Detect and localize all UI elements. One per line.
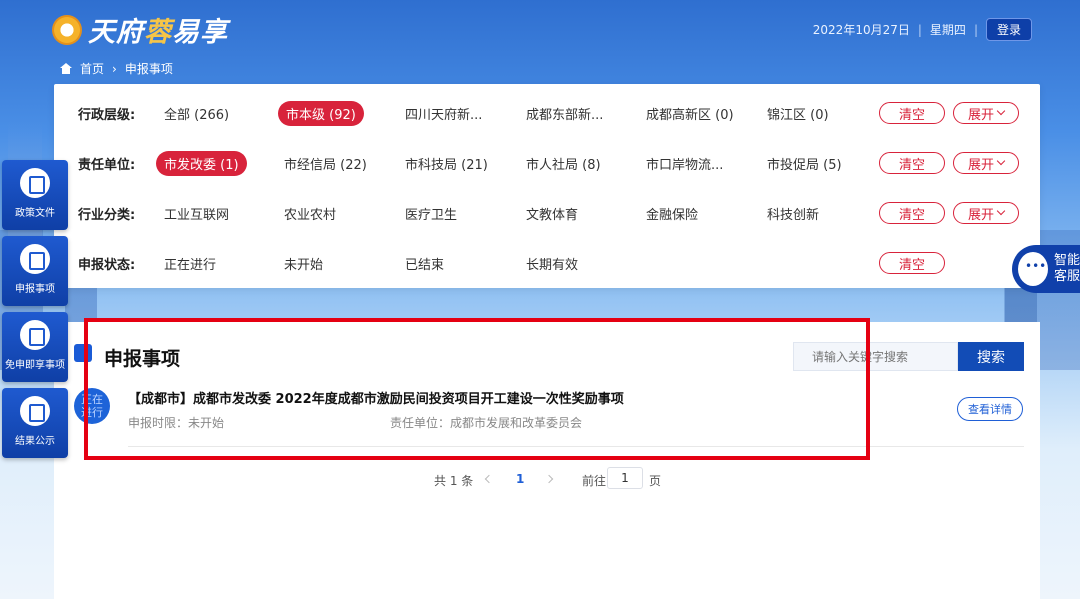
breadcrumb: 首页 › 申报事项 — [60, 60, 173, 77]
result-announce-icon — [20, 396, 50, 426]
separator: | — [917, 22, 922, 37]
expand-button[interactable]: 展开 — [953, 102, 1019, 124]
weekday-text: 星期四 — [929, 23, 966, 37]
next-page-icon[interactable] — [544, 474, 554, 484]
expand-button[interactable]: 展开 — [953, 152, 1019, 174]
page-suffix: 页 — [649, 474, 662, 488]
filter-row-industry: 行业分类: 工业互联网 农业农村 医疗卫生 文教体育 金融保险 科技创新 清空 … — [54, 198, 1040, 228]
pagination-total: 共 1 条 — [434, 474, 474, 488]
filter-option[interactable]: 市投促局 (5) — [767, 154, 842, 173]
page-jump-input[interactable] — [607, 467, 643, 489]
status-badge: 正在 进行 — [74, 388, 110, 424]
filter-option[interactable]: 锦江区 (0) — [767, 104, 829, 123]
logo-text: 天府蓉易享 — [88, 17, 228, 48]
item-deadline: 申报时限：未开始 — [128, 416, 225, 430]
sidebar-item-application[interactable]: 申报事项 — [2, 236, 68, 306]
clear-button[interactable]: 清空 — [879, 152, 945, 174]
filter-option-active[interactable]: 市发改委 (1) — [156, 150, 247, 176]
filter-row-unit: 责任单位: 市发改委 (1) 市经信局 (22) 市科技局 (21) 市人社局 … — [54, 148, 1040, 178]
filter-option[interactable]: 长期有效 — [526, 254, 578, 273]
filter-option[interactable]: 四川天府新... — [405, 104, 482, 123]
filter-option[interactable]: 农业农村 — [284, 204, 336, 223]
site-logo[interactable]: 天府蓉易享 — [52, 10, 228, 49]
sidebar-item-results[interactable]: 结果公示 — [2, 388, 68, 458]
filter-option[interactable]: 市口岸物流... — [646, 154, 723, 173]
policy-doc-icon — [20, 168, 50, 198]
filter-option[interactable]: 全部 (266) — [164, 104, 229, 123]
filter-option[interactable]: 成都东部新... — [526, 104, 603, 123]
goto-label: 前往 — [582, 474, 607, 488]
clear-button[interactable]: 清空 — [879, 202, 945, 224]
chevron-down-icon — [996, 206, 1006, 216]
filter-panel: 行政层级: 全部 (266) 市本级 (92) 四川天府新... 成都东部新..… — [54, 84, 1040, 288]
filter-label: 责任单位: — [78, 157, 136, 173]
sidebar-item-policy[interactable]: 政策文件 — [2, 160, 68, 230]
logo-emblem-icon — [52, 14, 82, 45]
clear-button[interactable]: 清空 — [879, 252, 945, 274]
item-unit: 责任单位：成都市发展和改革委员会 — [390, 416, 583, 430]
filter-option[interactable]: 未开始 — [284, 254, 323, 273]
filter-row-status: 申报状态: 正在进行 未开始 已结束 长期有效 清空 — [54, 248, 1040, 278]
login-button[interactable]: 登录 — [985, 18, 1032, 41]
expand-button[interactable]: 展开 — [953, 202, 1019, 224]
smart-service-tab[interactable]: 智能客服 — [1012, 245, 1080, 293]
smart-service-label: 智能 客服 — [1053, 253, 1080, 284]
filter-row-level: 行政层级: 全部 (266) 市本级 (92) 四川天府新... 成都东部新..… — [54, 98, 1040, 128]
filter-option[interactable]: 正在进行 — [164, 254, 216, 273]
application-list-panel: 申报事项 搜索 正在进行 【成都市】成都市发改委 2022年度成都市激励民间投资… — [54, 322, 1040, 599]
filter-option[interactable]: 市人社局 (8) — [526, 154, 601, 173]
search-input[interactable] — [793, 342, 958, 371]
instant-benefit-icon — [20, 320, 50, 350]
filter-label: 行政层级: — [78, 107, 136, 123]
filter-option[interactable]: 文教体育 — [526, 204, 578, 223]
filter-option[interactable]: 市科技局 (21) — [405, 154, 488, 173]
date-text: 2022年10月27日 — [812, 23, 910, 37]
header-right: 2022年10月27日 | 星期四 | 登录 — [813, 18, 1032, 41]
chat-bot-icon — [1018, 252, 1048, 286]
filter-option[interactable]: 金融保险 — [646, 204, 698, 223]
chevron-down-icon — [996, 156, 1006, 166]
application-icon — [20, 244, 50, 274]
filter-label: 行业分类: — [78, 207, 136, 223]
view-detail-button[interactable]: 查看详情 — [957, 397, 1023, 421]
filter-option[interactable]: 成都高新区 (0) — [646, 104, 734, 123]
breadcrumb-home[interactable]: 首页 — [80, 60, 104, 77]
prev-page-icon[interactable] — [484, 474, 494, 484]
filter-option[interactable]: 医疗卫生 — [405, 204, 457, 223]
filter-option[interactable]: 已结束 — [405, 254, 444, 273]
page-number-current[interactable]: 1 — [516, 472, 524, 486]
sidebar-item-instant-benefit[interactable]: 免申即享事项 — [2, 312, 68, 382]
separator: | — [973, 22, 978, 37]
filter-option[interactable]: 科技创新 — [767, 204, 819, 223]
chevron-down-icon — [996, 106, 1006, 116]
search-button[interactable]: 搜索 — [958, 342, 1024, 371]
chevron-right-icon: › — [112, 61, 117, 76]
divider — [128, 446, 1024, 447]
section-title: 申报事项 — [104, 348, 181, 370]
filter-option-active[interactable]: 市本级 (92) — [278, 100, 364, 126]
filter-option[interactable]: 工业互联网 — [164, 204, 229, 223]
section-title-icon — [74, 344, 92, 362]
filter-option[interactable]: 市经信局 (22) — [284, 154, 367, 173]
home-icon[interactable] — [60, 63, 72, 74]
breadcrumb-current: 申报事项 — [124, 62, 173, 76]
clear-button[interactable]: 清空 — [879, 102, 945, 124]
filter-label: 申报状态: — [78, 257, 136, 273]
item-title[interactable]: 【成都市】成都市发改委 2022年度成都市激励民间投资项目开工建设一次性奖励事项 — [128, 388, 624, 407]
